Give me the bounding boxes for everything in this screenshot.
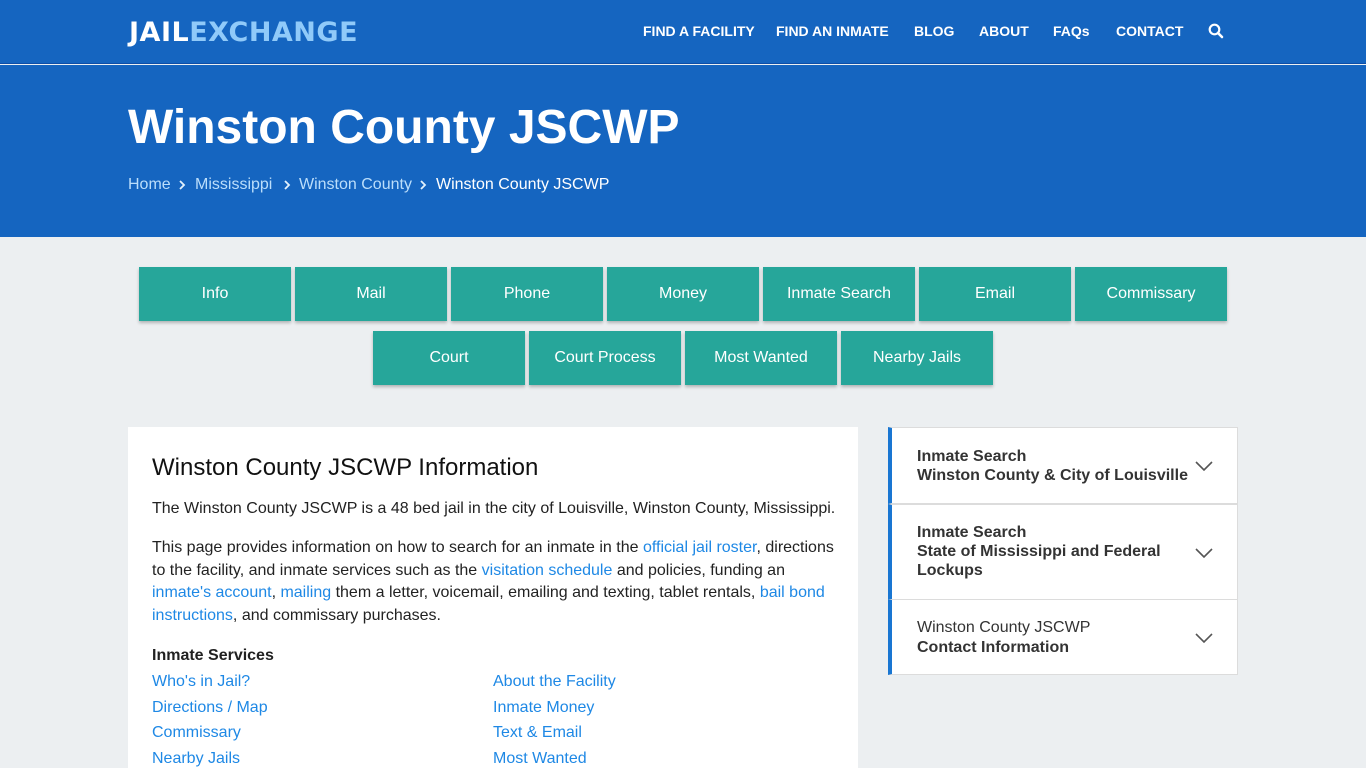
- description-paragraph: This page provides information on how to…: [152, 537, 842, 627]
- service-link-inmate-money[interactable]: Inmate Money: [493, 698, 594, 718]
- tab-most-wanted[interactable]: Most Wanted: [685, 331, 837, 385]
- nav-contact[interactable]: CONTACT: [1116, 22, 1183, 40]
- accordion-contact-info[interactable]: Winston County JSCWP Contact Information: [888, 599, 1238, 675]
- accordion-inmate-search-county[interactable]: Inmate Search Winston County & City of L…: [888, 427, 1238, 504]
- accordion-sublabel-2: Lockups: [917, 562, 983, 579]
- tab-phone[interactable]: Phone: [451, 267, 603, 321]
- link-official-jail-roster[interactable]: official jail roster: [643, 539, 757, 556]
- accordion-label: Inmate Search: [917, 524, 1027, 541]
- desc-text-3: and policies, funding an: [612, 561, 785, 579]
- service-link-directions[interactable]: Directions / Map: [152, 698, 268, 718]
- service-link-text-email[interactable]: Text & Email: [493, 723, 582, 743]
- inmate-services-title: Inmate Services: [152, 647, 274, 664]
- breadcrumb-current: Winston County JSCWP: [436, 176, 610, 193]
- service-link-commissary[interactable]: Commissary: [152, 723, 241, 743]
- desc-text-6: , and commissary purchases.: [232, 606, 441, 624]
- info-heading: Winston County JSCWP Information: [152, 454, 539, 481]
- tab-info[interactable]: Info: [139, 267, 291, 321]
- service-link-nearby-jails[interactable]: Nearby Jails: [152, 749, 240, 768]
- tab-court-process[interactable]: Court Process: [529, 331, 681, 385]
- link-mailing[interactable]: mailing: [280, 584, 331, 601]
- tab-mail[interactable]: Mail: [295, 267, 447, 321]
- service-link-about-facility[interactable]: About the Facility: [493, 672, 616, 692]
- accordion-sublabel: Winston County & City of Louisville: [917, 467, 1188, 484]
- accordion-sublabel: State of Mississippi and Federal: [917, 543, 1161, 560]
- desc-text-5: them a letter, voicemail, emailing and t…: [331, 584, 760, 601]
- accordion-label: Inmate Search: [917, 448, 1027, 465]
- accordion-inmate-search-state[interactable]: Inmate Search State of Mississippi and F…: [888, 504, 1238, 600]
- nav-find-inmate[interactable]: FIND AN INMATE: [776, 22, 889, 40]
- nav-about[interactable]: ABOUT: [979, 22, 1029, 40]
- chevron-right-icon: [284, 180, 291, 190]
- desc-text-1: This page provides information on how to…: [152, 539, 643, 556]
- tab-inmate-search[interactable]: Inmate Search: [763, 267, 915, 321]
- facility-info-card: Winston County JSCWP Information The Win…: [128, 427, 858, 768]
- search-icon[interactable]: [1208, 22, 1224, 40]
- breadcrumb-home[interactable]: Home: [128, 175, 171, 195]
- tab-email[interactable]: Email: [919, 267, 1071, 321]
- top-navbar: JAILEXCHANGE FIND A FACILITY FIND AN INM…: [0, 0, 1366, 64]
- chevron-right-icon: [420, 180, 427, 190]
- page-title: Winston County JSCWP: [128, 101, 680, 154]
- nav-find-facility[interactable]: FIND A FACILITY: [643, 22, 755, 40]
- accordion-sublabel: Contact Information: [917, 639, 1069, 656]
- tab-court[interactable]: Court: [373, 331, 525, 385]
- nav-blog[interactable]: BLOG: [914, 22, 954, 40]
- service-link-whos-in-jail[interactable]: Who's in Jail?: [152, 672, 250, 692]
- tab-money[interactable]: Money: [607, 267, 759, 321]
- tab-commissary[interactable]: Commissary: [1075, 267, 1227, 321]
- accordion-label: Winston County JSCWP: [917, 619, 1091, 636]
- link-visitation-schedule[interactable]: visitation schedule: [482, 562, 613, 579]
- chevron-down-icon: [1195, 633, 1213, 644]
- nav-faqs[interactable]: FAQs: [1053, 22, 1090, 40]
- breadcrumb-county[interactable]: Winston County: [299, 175, 412, 195]
- breadcrumb-state[interactable]: Mississippi: [195, 175, 272, 195]
- link-inmates-account[interactable]: inmate's account: [152, 584, 272, 601]
- chevron-down-icon: [1195, 548, 1213, 559]
- chevron-right-icon: [179, 180, 186, 190]
- main-nav: FIND A FACILITY FIND AN INMATE BLOG ABOU…: [0, 22, 1366, 42]
- intro-text: The Winston County JSCWP is a 48 bed jai…: [152, 500, 836, 517]
- page-hero: Winston County JSCWP Home Mississippi Wi…: [0, 65, 1366, 237]
- chevron-down-icon: [1195, 461, 1213, 472]
- service-link-most-wanted[interactable]: Most Wanted: [493, 749, 587, 768]
- tab-nearby-jails[interactable]: Nearby Jails: [841, 331, 993, 385]
